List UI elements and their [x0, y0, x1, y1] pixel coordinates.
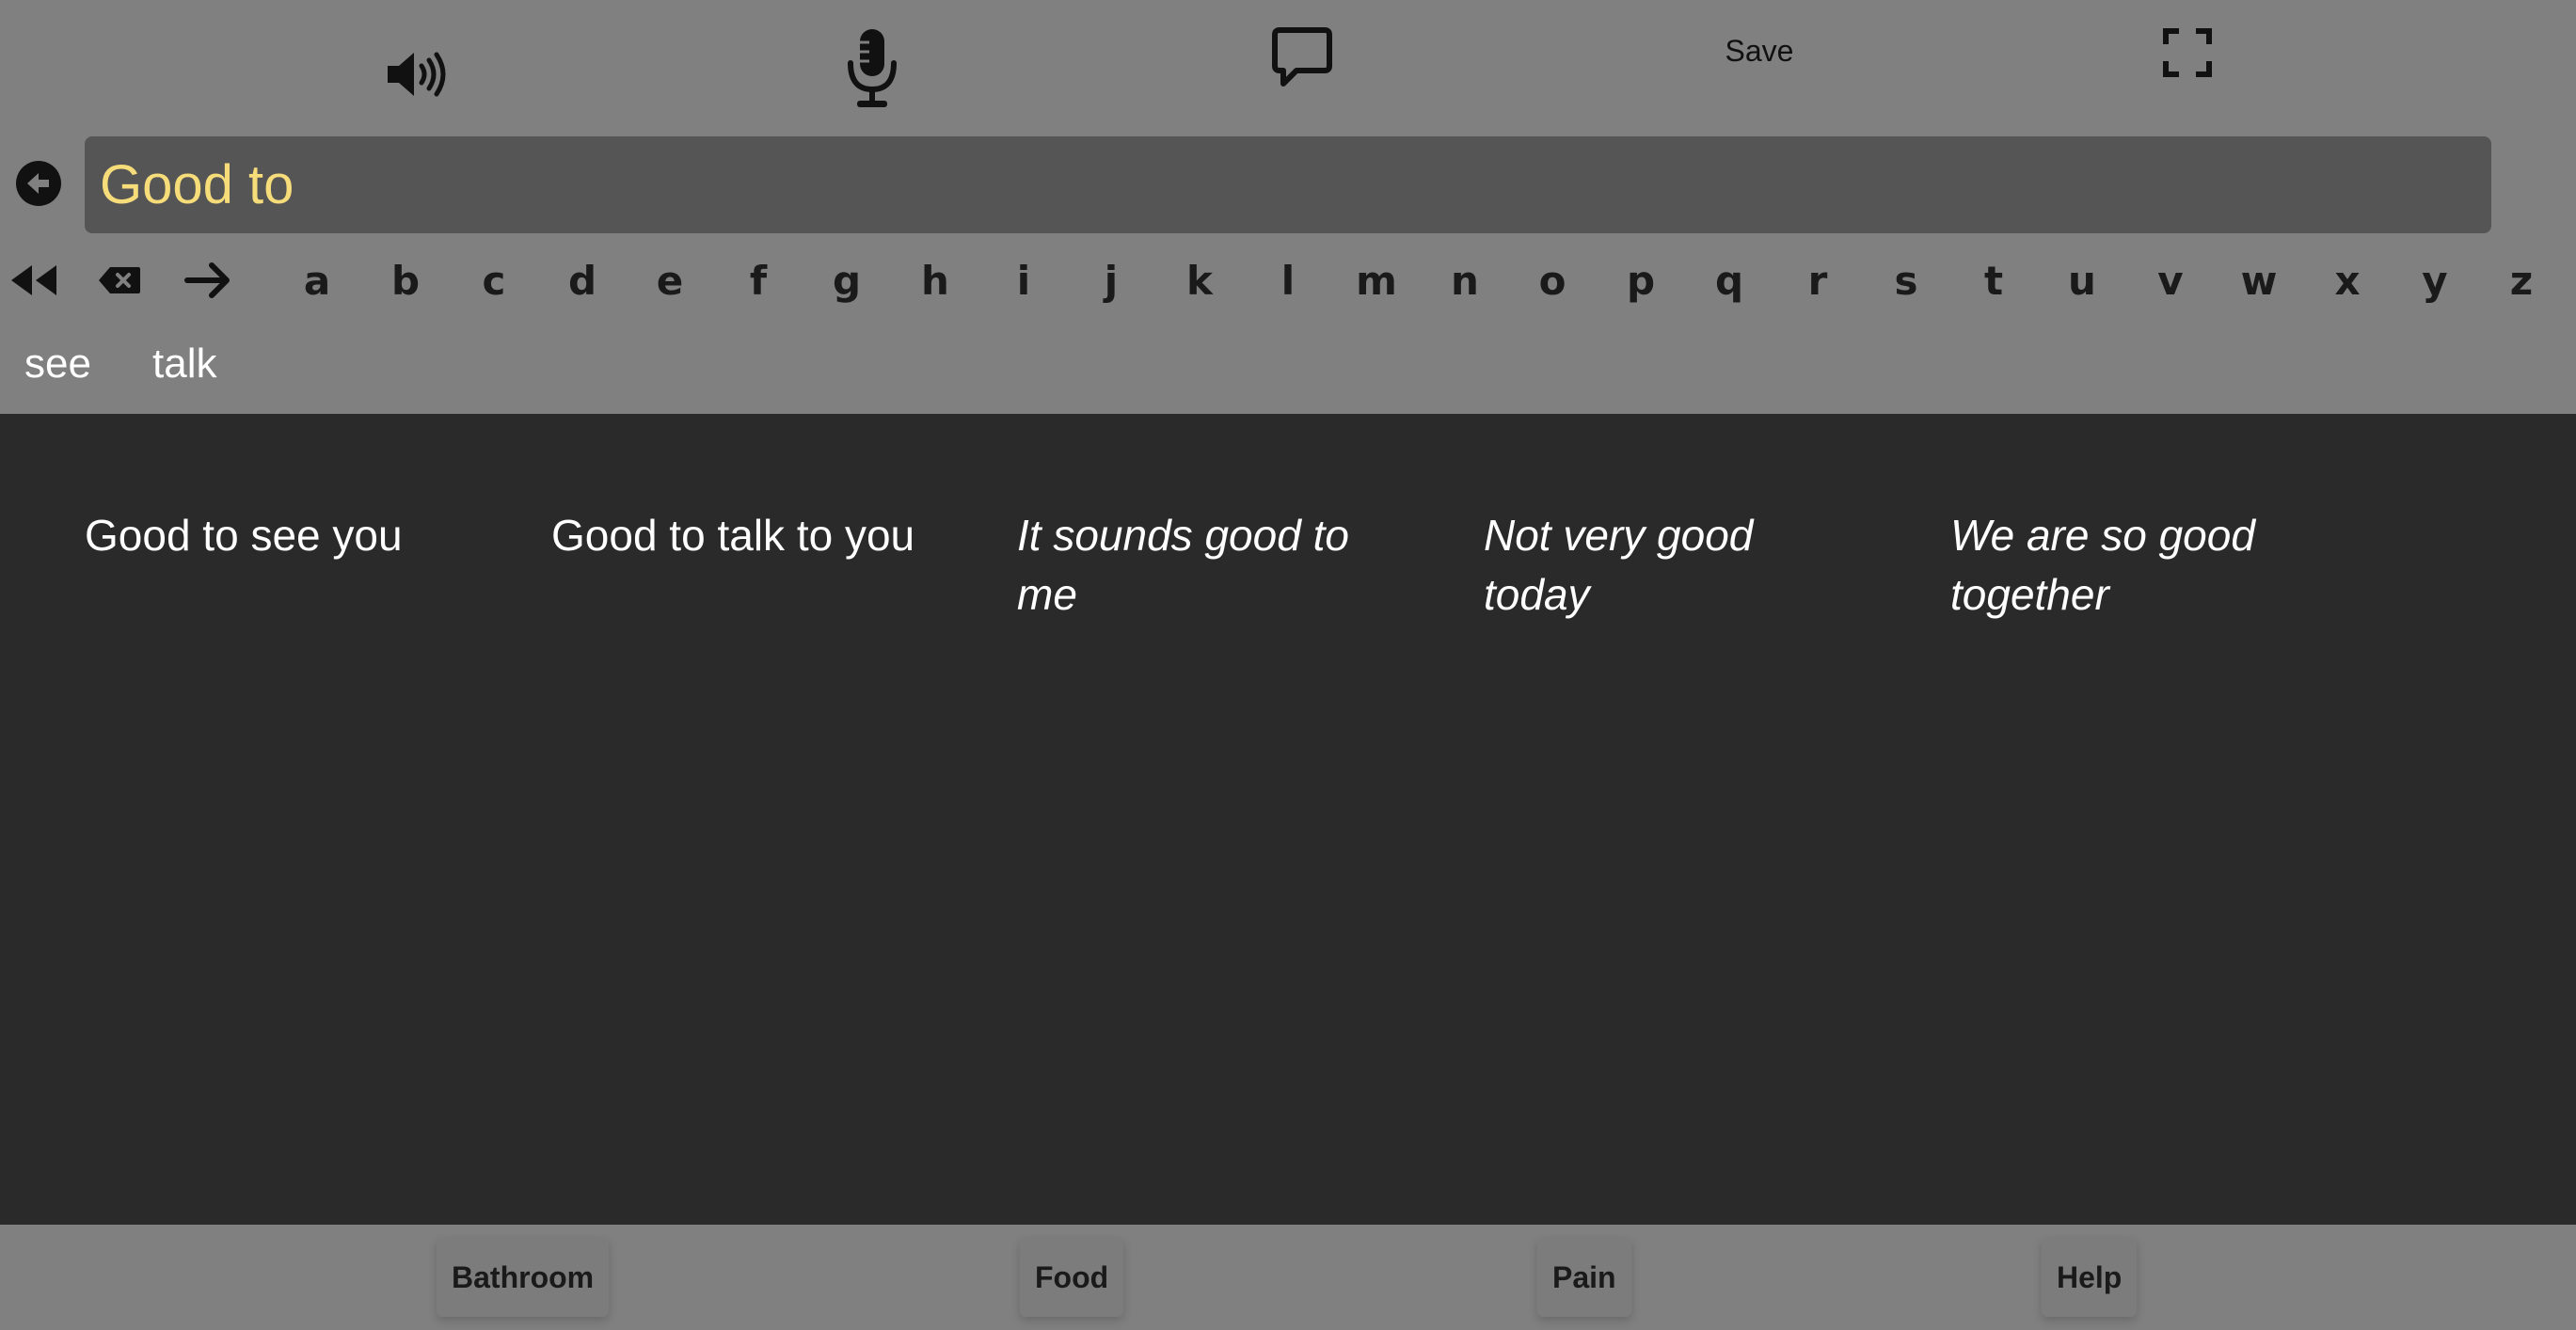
chat-button[interactable] [1270, 24, 1334, 90]
key-z[interactable]: z [2493, 252, 2550, 309]
key-j[interactable]: j [1083, 252, 1139, 309]
clear-all-button[interactable] [8, 252, 60, 309]
phrase-suggestion[interactable]: We are so good together [1950, 506, 2345, 625]
key-d[interactable]: d [554, 252, 611, 309]
save-button[interactable]: Save [1716, 30, 1803, 71]
phrase-suggestion[interactable]: Good to talk to you [551, 506, 965, 565]
speech-bubble-icon [1272, 27, 1332, 87]
key-s[interactable]: s [1878, 252, 1934, 309]
quick-button-bathroom[interactable]: Bathroom [437, 1238, 610, 1317]
message-text: Good to [100, 153, 294, 215]
key-x[interactable]: x [2319, 252, 2376, 309]
key-v[interactable]: v [2142, 252, 2199, 309]
phrase-suggestion[interactable]: Good to see you [85, 506, 499, 565]
key-n[interactable]: n [1437, 252, 1493, 309]
microphone-button[interactable] [841, 26, 903, 111]
backspace-icon [99, 267, 140, 293]
key-t[interactable]: t [1965, 252, 2022, 309]
key-p[interactable]: p [1613, 252, 1669, 309]
word-suggestion[interactable]: talk [152, 340, 216, 388]
key-m[interactable]: m [1348, 252, 1405, 309]
quick-button-help[interactable]: Help [2042, 1238, 2138, 1317]
word-suggestion[interactable]: see [24, 340, 91, 388]
back-button[interactable] [15, 160, 62, 207]
key-a[interactable]: a [289, 252, 345, 309]
arrow-right-icon [184, 262, 230, 298]
phrase-suggestion[interactable]: It sounds good to me [1017, 506, 1412, 625]
key-c[interactable]: c [466, 252, 522, 309]
key-w[interactable]: w [2231, 252, 2287, 309]
key-o[interactable]: o [1524, 252, 1581, 309]
key-i[interactable]: i [995, 252, 1052, 309]
quick-button-food[interactable]: Food [1020, 1238, 1124, 1317]
key-q[interactable]: q [1701, 252, 1757, 309]
arrow-left-circle-icon [16, 161, 61, 206]
key-h[interactable]: h [907, 252, 963, 309]
key-r[interactable]: r [1789, 252, 1846, 309]
key-y[interactable]: y [2407, 252, 2463, 309]
key-u[interactable]: u [2054, 252, 2110, 309]
phrase-suggestion[interactable]: Not very good today [1484, 506, 1822, 625]
message-text-display[interactable]: Good to [85, 136, 2491, 233]
next-button[interactable] [183, 252, 233, 309]
speaker-volume-icon [388, 52, 446, 97]
quick-button-pain[interactable]: Pain [1537, 1238, 1631, 1317]
key-l[interactable]: l [1260, 252, 1316, 309]
backspace-button[interactable] [96, 252, 143, 309]
key-k[interactable]: k [1171, 252, 1228, 309]
rewind-icon [11, 265, 56, 295]
microphone-icon [848, 29, 897, 107]
speak-button[interactable] [384, 47, 452, 102]
fullscreen-button[interactable] [2162, 27, 2213, 78]
key-e[interactable]: e [642, 252, 698, 309]
key-f[interactable]: f [730, 252, 787, 309]
fullscreen-icon [2163, 28, 2212, 77]
key-g[interactable]: g [819, 252, 875, 309]
key-b[interactable]: b [377, 252, 434, 309]
quick-access-bar [0, 1225, 2576, 1330]
